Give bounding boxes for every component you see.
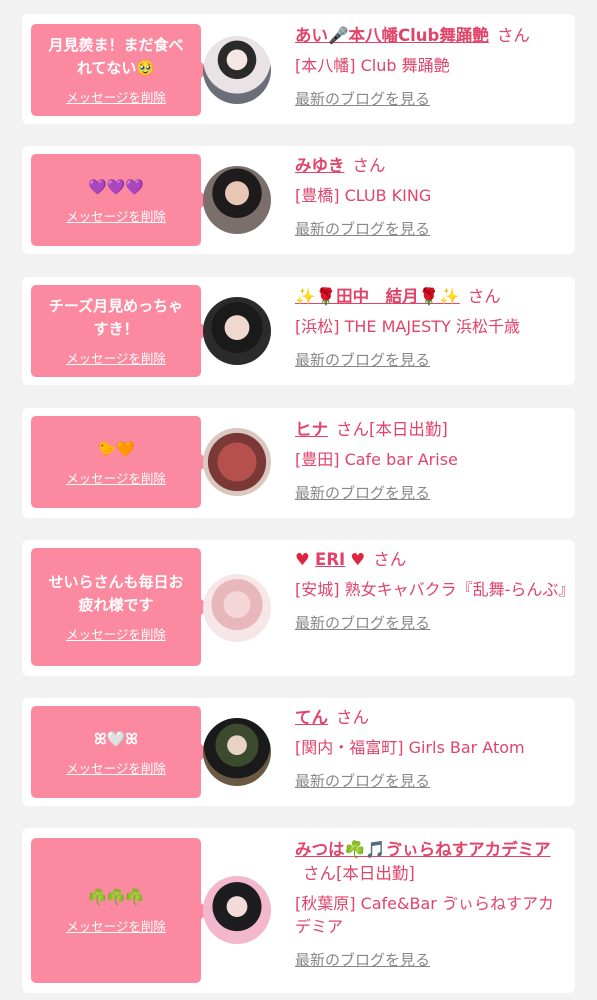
delete-message-link[interactable]: メッセージを削除 bbox=[66, 916, 166, 935]
latest-blog-link[interactable]: 最新のブログを見る bbox=[295, 88, 430, 109]
avatar[interactable] bbox=[203, 36, 271, 104]
san-label: さん bbox=[303, 864, 336, 883]
attendance-label: [本日出勤] bbox=[336, 864, 415, 883]
delete-message-link[interactable]: メッセージを削除 bbox=[66, 206, 166, 225]
latest-blog-link[interactable]: 最新のブログを見る bbox=[295, 612, 430, 633]
message-text: ꕤ🤍ꕤ bbox=[94, 729, 138, 748]
message-card: 💜💜💜 メッセージを削除 みゆき さん [豊橋] CLUB KING 最新のブログ… bbox=[22, 146, 575, 254]
latest-blog-link[interactable]: 最新のブログを見る bbox=[295, 949, 430, 970]
delete-message-link[interactable]: メッセージを削除 bbox=[66, 468, 166, 487]
message-card: ☘️☘️☘️ メッセージを削除 みつは☘️🎵ゔぃらねすアカデミアさん[本日出勤]… bbox=[22, 828, 575, 993]
shop-name: [浜松] THE MAJESTY 浜松千歳 bbox=[295, 317, 520, 336]
shop-name: [関内・福富町] Girls Bar Atom bbox=[295, 738, 525, 757]
message-bubble: ꕤ🤍ꕤ メッセージを削除 bbox=[31, 706, 210, 798]
delete-message-link[interactable]: メッセージを削除 bbox=[66, 624, 166, 643]
cast-name-link[interactable]: あい🎤本八幡Club舞踊艶 bbox=[295, 26, 489, 45]
delete-message-link[interactable]: メッセージを削除 bbox=[66, 87, 166, 106]
shop-name: [安城] 熟女キャバクラ『乱舞-らんぶ』 bbox=[295, 580, 575, 599]
message-card: チーズ月見めっちゃすき！ メッセージを削除 ✨🌹田中 結月🌹✨ さん [浜松] T… bbox=[22, 277, 575, 385]
message-text: せいらさんも毎日お疲れ様です bbox=[48, 573, 184, 614]
cast-name-link[interactable]: てん bbox=[295, 708, 328, 727]
san-label: さん bbox=[496, 26, 530, 45]
cast-name-link[interactable]: ヒナ bbox=[295, 420, 328, 439]
message-bubble: ☘️☘️☘️ メッセージを削除 bbox=[31, 838, 210, 983]
shop-name: [豊橋] CLUB KING bbox=[295, 186, 432, 205]
cast-name-link[interactable]: みゆき bbox=[295, 156, 345, 175]
message-bubble: せいらさんも毎日お疲れ様です メッセージを削除 bbox=[31, 548, 210, 666]
message-bubble: 🐤🧡 メッセージを削除 bbox=[31, 416, 210, 508]
delete-message-link[interactable]: メッセージを削除 bbox=[66, 348, 166, 367]
avatar[interactable] bbox=[203, 166, 271, 234]
avatar[interactable] bbox=[203, 574, 271, 642]
cast-name-link[interactable]: ✨🌹田中 結月🌹✨ bbox=[295, 287, 460, 306]
cast-name-link[interactable]: ERI bbox=[315, 550, 345, 569]
heart-icon: ♥ bbox=[350, 550, 366, 569]
message-bubble: 💜💜💜 メッセージを削除 bbox=[31, 154, 210, 246]
message-card: 🐤🧡 メッセージを削除 ヒナ さん[本日出勤] [豊田] Cafe bar Ari… bbox=[22, 408, 575, 518]
message-bubble: 月見羨ま！まだ食べれてない🥹 メッセージを削除 bbox=[31, 24, 210, 116]
shop-name: [本八幡] Club 舞踊艶 bbox=[295, 56, 450, 75]
message-text: ☘️☘️☘️ bbox=[87, 888, 145, 906]
attendance-label: [本日出勤] bbox=[369, 420, 448, 439]
avatar[interactable] bbox=[203, 428, 271, 496]
message-text: チーズ月見めっちゃすき！ bbox=[48, 297, 184, 338]
message-text: 🐤🧡 bbox=[97, 439, 135, 458]
message-text: 💜💜💜 bbox=[87, 177, 145, 196]
latest-blog-link[interactable]: 最新のブログを見る bbox=[295, 482, 430, 503]
message-text: 月見羨ま！まだ食べれてない🥹 bbox=[48, 36, 184, 77]
avatar[interactable] bbox=[203, 297, 271, 365]
san-label: さん bbox=[467, 287, 501, 306]
shop-name: [豊田] Cafe bar Arise bbox=[295, 450, 458, 469]
avatar[interactable] bbox=[203, 876, 271, 944]
message-card: 月見羨ま！まだ食べれてない🥹 メッセージを削除 あい🎤本八幡Club舞踊艶 さん … bbox=[22, 14, 575, 124]
san-label: さん bbox=[336, 420, 369, 439]
latest-blog-link[interactable]: 最新のブログを見る bbox=[295, 218, 430, 239]
delete-message-link[interactable]: メッセージを削除 bbox=[66, 758, 166, 777]
message-card: せいらさんも毎日お疲れ様です メッセージを削除 ♥ ERI ♥ さん [安城] 熟… bbox=[22, 540, 575, 676]
san-label: さん bbox=[336, 708, 369, 727]
cast-name-link[interactable]: みつは☘️🎵ゔぃらねすアカデミア bbox=[295, 840, 551, 859]
message-bubble: チーズ月見めっちゃすき！ メッセージを削除 bbox=[31, 285, 210, 377]
san-label: さん bbox=[352, 156, 386, 175]
latest-blog-link[interactable]: 最新のブログを見る bbox=[295, 349, 430, 370]
heart-icon: ♥ bbox=[295, 550, 310, 569]
shop-name: [秋葉原] Cafe&Bar ゔぃらねすアカデミア bbox=[295, 894, 554, 936]
san-label: さん bbox=[373, 550, 407, 569]
avatar[interactable] bbox=[203, 718, 271, 786]
message-card: ꕤ🤍ꕤ メッセージを削除 てん さん [関内・福富町] Girls Bar Ato… bbox=[22, 698, 575, 806]
latest-blog-link[interactable]: 最新のブログを見る bbox=[295, 770, 430, 791]
